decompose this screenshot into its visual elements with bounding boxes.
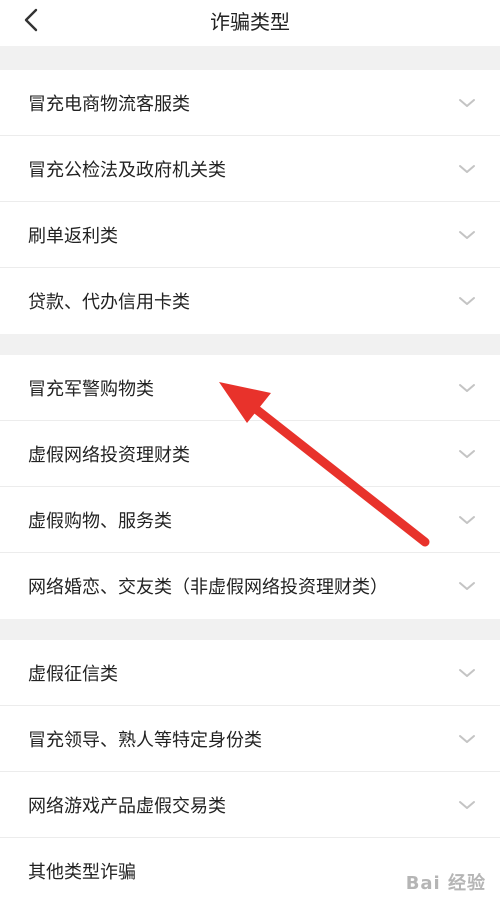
category-label: 网络婚恋、交友类（非虚假网络投资理财类） [28,577,388,598]
chevron-down-icon [459,297,475,305]
category-item[interactable]: 冒充领导、熟人等特定身份类 [0,706,500,772]
category-label: 贷款、代办信用卡类 [28,292,190,313]
category-label: 冒充领导、熟人等特定身份类 [28,729,262,751]
category-item[interactable]: 虚假征信类 [0,640,500,706]
category-item[interactable]: 刷单返利类 [0,202,500,268]
category-label: 虚假征信类 [28,663,118,685]
category-item[interactable]: 贷款、代办信用卡类 [0,268,500,334]
chevron-down-icon [459,668,475,677]
category-label: 刷单返利类 [28,225,118,247]
chevron-down-icon [459,164,475,173]
chevron-down-icon [459,515,475,524]
category-label: 虚假网络投资理财类 [28,444,190,466]
category-item[interactable]: 冒充军警购物类 [0,355,500,421]
category-item[interactable]: 虚假网络投资理财类 [0,421,500,487]
category-item[interactable]: 虚假购物、服务类 [0,487,500,553]
chevron-down-icon [459,230,475,239]
category-label: 虚假购物、服务类 [28,510,172,532]
watermark: Bai 经验 [405,873,486,894]
section-divider [0,619,500,640]
chevron-down-icon [459,98,475,107]
top-bar: 诈骗类型 [0,0,500,46]
category-label: 其他类型诈骗 [28,862,136,883]
category-item[interactable]: 网络游戏产品虚假交易类 [0,772,500,838]
category-label: 冒充电商物流客服类 [28,93,190,115]
category-label: 网络游戏产品虚假交易类 [28,795,226,817]
category-item[interactable]: 冒充公检法及政府机关类 [0,136,500,202]
section-divider [0,334,500,355]
section-divider [0,46,500,70]
chevron-down-icon [459,449,475,458]
category-group-2: 冒充军警购物类 虚假网络投资理财类 虚假购物、服务类 网络婚恋、交友类（非虚假网… [0,355,500,619]
chevron-down-icon [459,800,475,809]
page: 诈骗类型 冒充电商物流客服类 冒充公检法及政府机关类 刷单返利类 贷款、代办信用… [0,0,500,913]
chevron-down-icon [459,383,475,392]
category-item[interactable]: 冒充电商物流客服类 [0,70,500,136]
category-label: 冒充军警购物类 [28,378,154,400]
category-label: 冒充公检法及政府机关类 [28,159,226,181]
category-group-1: 冒充电商物流客服类 冒充公检法及政府机关类 刷单返利类 贷款、代办信用卡类 [0,70,500,334]
category-group-3: 虚假征信类 冒充领导、熟人等特定身份类 网络游戏产品虚假交易类 其他类型诈骗 [0,640,500,904]
chevron-down-icon [459,734,475,743]
chevron-down-icon [459,582,475,590]
page-title: 诈骗类型 [210,10,290,34]
category-item[interactable]: 网络婚恋、交友类（非虚假网络投资理财类） [0,553,500,619]
